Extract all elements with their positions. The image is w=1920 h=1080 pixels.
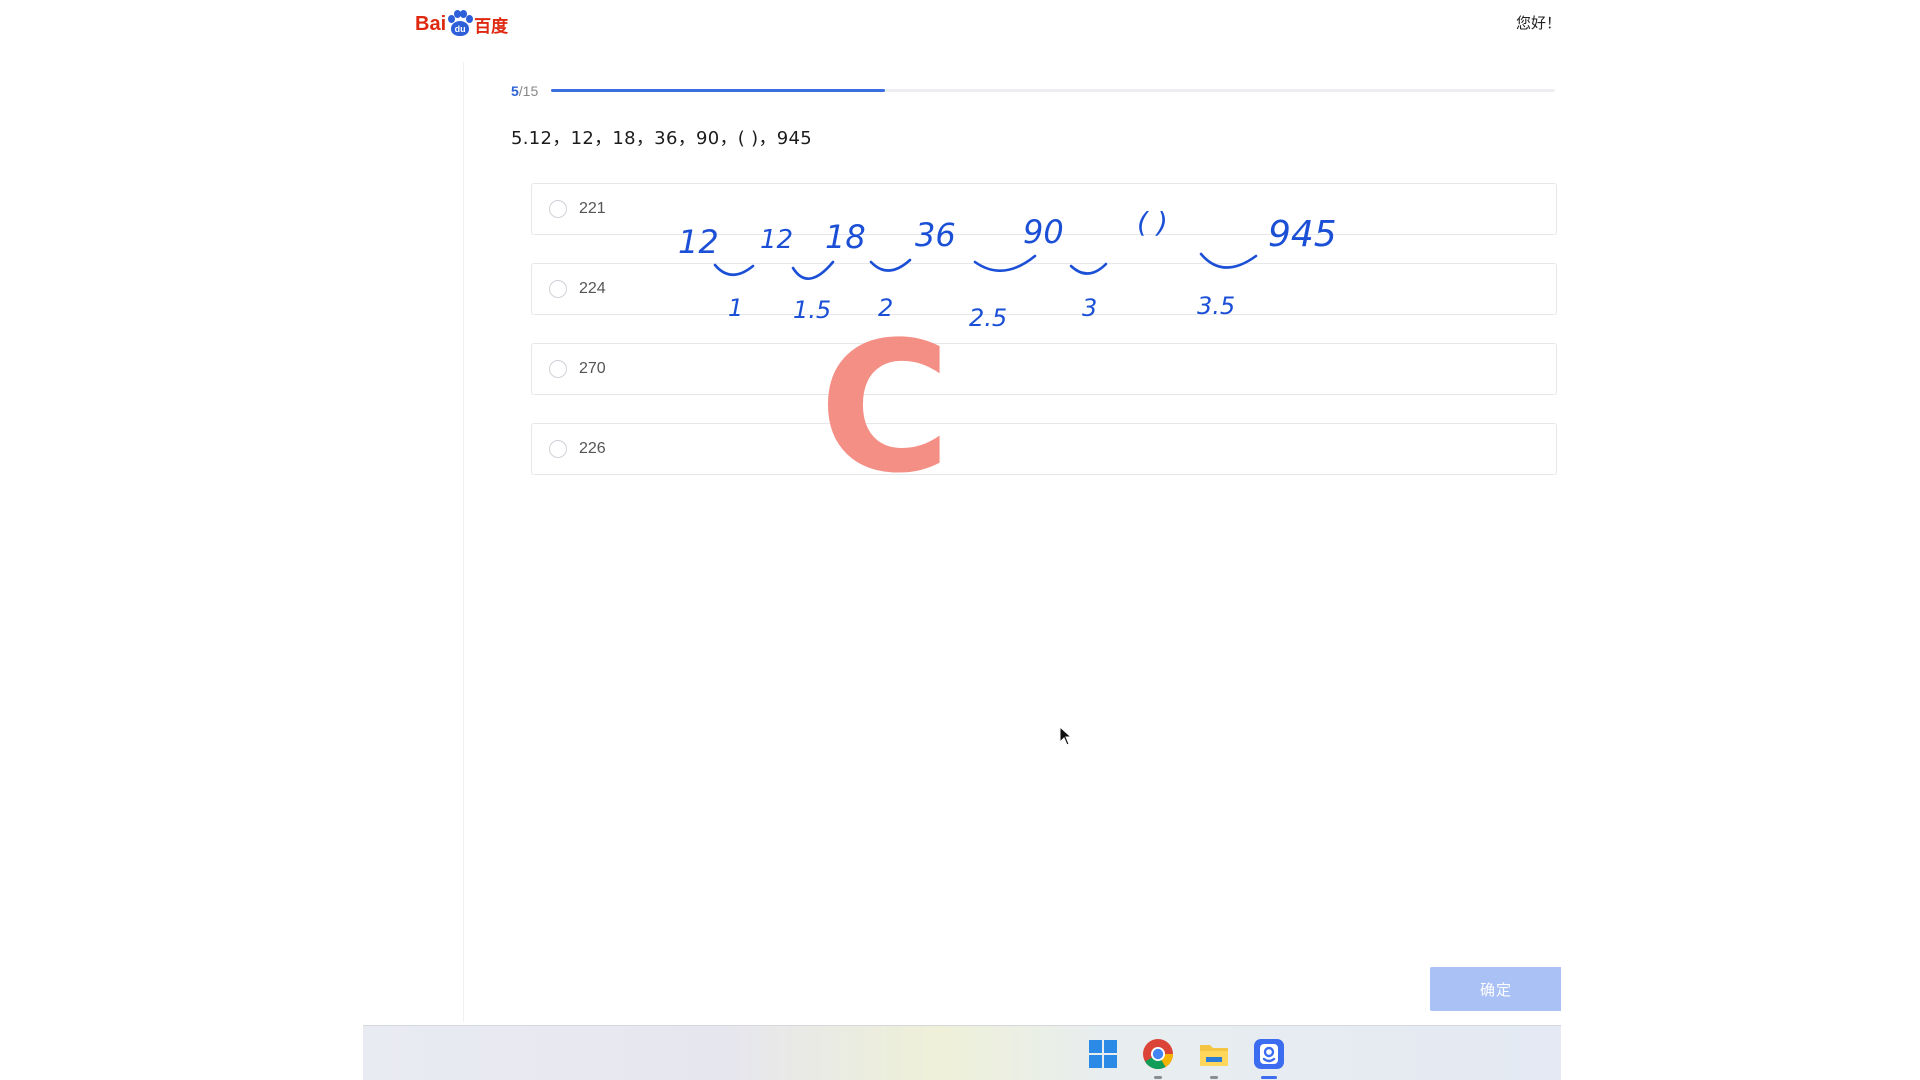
radio-button[interactable]	[549, 360, 567, 378]
progress-counter: 5/15	[511, 83, 538, 99]
user-greeting[interactable]: 您好！	[1516, 12, 1561, 33]
option-label: 226	[579, 440, 606, 457]
explorer-running-indicator	[1210, 1076, 1218, 1079]
quiz-panel: 5/15 5.12，12，18，36，90，( )，945 221 224 27…	[463, 62, 1561, 1022]
option-d[interactable]: 226	[531, 423, 1557, 475]
pen-annotation-app-icon[interactable]	[1252, 1037, 1286, 1071]
question-text: 5.12，12，18，36，90，( )，945	[511, 128, 813, 149]
logo-chinese-text: 百度	[474, 16, 509, 37]
active-app-indicator	[1261, 1076, 1277, 1079]
option-label: 221	[579, 200, 606, 217]
mouse-cursor-icon	[1059, 726, 1073, 746]
windows-start-icon[interactable]	[1086, 1037, 1120, 1071]
logo-latin-text: Bai	[415, 12, 447, 35]
chrome-running-indicator	[1154, 1076, 1162, 1079]
progress-bar-fill	[551, 89, 886, 92]
progress-total: /15	[518, 83, 539, 99]
option-c[interactable]: 270	[531, 343, 1557, 395]
option-a[interactable]: 221	[531, 183, 1557, 235]
file-explorer-icon[interactable]	[1197, 1037, 1231, 1071]
option-label: 224	[579, 280, 606, 297]
option-list: 221 224 270 226	[531, 183, 1557, 503]
radio-button[interactable]	[549, 440, 567, 458]
app-window: Bai du 百度 您好！ 5/15 5.12，12，18，36，90，( )，…	[363, 0, 1561, 1080]
option-b[interactable]: 224	[531, 263, 1557, 315]
taskbar	[363, 1025, 1561, 1080]
progress-current: 5	[511, 83, 519, 99]
paw-icon: du	[447, 10, 474, 38]
progress-bar	[551, 89, 1555, 92]
chrome-icon[interactable]	[1141, 1037, 1175, 1071]
option-label: 270	[579, 360, 606, 377]
logo-paw-text: du	[451, 21, 470, 36]
radio-button[interactable]	[549, 280, 567, 298]
confirm-button[interactable]: 确定	[1430, 967, 1561, 1011]
radio-button[interactable]	[549, 200, 567, 218]
baidu-logo[interactable]: Bai du 百度	[415, 8, 508, 40]
